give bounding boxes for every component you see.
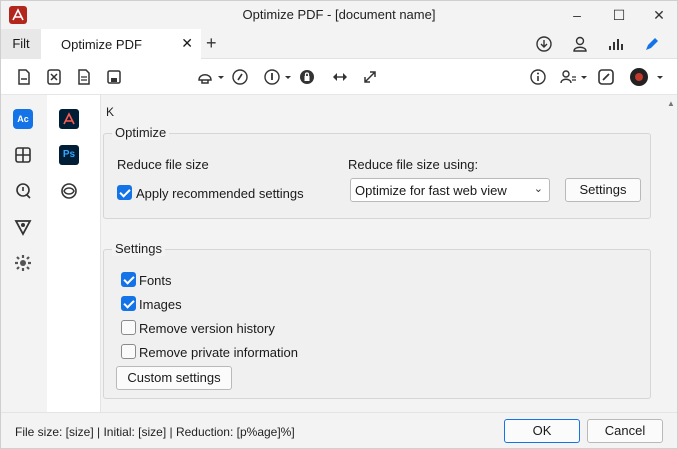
tab-label: Optimize PDF <box>61 37 142 52</box>
close-window-button[interactable]: ✕ <box>639 1 677 29</box>
optimize-legend: Optimize <box>112 125 170 140</box>
reduce-using-value: Optimize for fast web view <box>355 183 507 198</box>
panel-heading: K <box>106 105 115 119</box>
cancel-button[interactable]: Cancel <box>587 419 663 443</box>
chevron-down-icon[interactable] <box>283 68 293 86</box>
compass-icon[interactable] <box>231 68 249 86</box>
chevron-down-icon[interactable] <box>579 68 589 86</box>
reduce-file-size-label: Reduce file size <box>117 157 209 172</box>
share-users-icon[interactable] <box>559 68 577 86</box>
compress-icon[interactable] <box>45 68 63 86</box>
tab-close-icon[interactable]: ✕ <box>181 35 193 52</box>
move-icon[interactable] <box>331 68 349 86</box>
images-label: Images <box>139 297 182 312</box>
file-size-status: File size: [size] | Initial: [size] | Re… <box>15 425 295 439</box>
page-icon[interactable] <box>75 68 93 86</box>
scrollbar[interactable]: ▲ <box>666 95 676 412</box>
status-bar: File size: [size] | Initial: [size] | Re… <box>1 412 677 448</box>
search-help-icon[interactable] <box>13 181 33 201</box>
shield-icon[interactable] <box>13 217 33 237</box>
images-checkbox[interactable] <box>121 296 136 311</box>
apply-recommended-checkbox[interactable] <box>117 185 132 200</box>
chevron-down-icon[interactable] <box>216 68 226 86</box>
settings-button[interactable]: Settings <box>565 178 641 202</box>
tab-optimize-pdf[interactable]: Optimize PDF ✕ <box>41 29 201 59</box>
expand-icon[interactable] <box>361 68 379 86</box>
apps-column: Ps <box>47 95 101 412</box>
tab-filter[interactable]: Filt <box>1 29 41 59</box>
download-icon[interactable] <box>535 35 553 53</box>
minimize-button[interactable]: – <box>557 1 597 29</box>
ok-button[interactable]: OK <box>504 419 580 443</box>
acrobat-app-icon[interactable] <box>59 109 79 129</box>
info-circle-icon[interactable] <box>263 68 281 86</box>
pen-icon[interactable] <box>643 35 661 53</box>
remove-version-history-label: Remove version history <box>139 321 275 336</box>
document-icon[interactable] <box>15 68 33 86</box>
acrobat-pdf-icon[interactable]: Ac <box>13 109 33 129</box>
stats-icon[interactable] <box>607 35 625 53</box>
save-icon[interactable] <box>105 68 123 86</box>
app-window: Optimize PDF - [document name] – ☐ ✕ Fil… <box>0 0 678 449</box>
main-panel: K Optimize Reduce file size Apply recomm… <box>102 95 662 412</box>
optimize-group: Optimize <box>103 125 651 219</box>
scroll-up-icon[interactable]: ▲ <box>667 99 675 108</box>
add-tab-icon[interactable]: + <box>206 33 217 54</box>
apply-recommended-label: Apply recommended settings <box>136 186 304 201</box>
chevron-down-icon: ⌄ <box>533 183 543 195</box>
tab-row: Filt Optimize PDF ✕ + <box>1 29 677 59</box>
toolbar <box>1 59 677 95</box>
info-icon[interactable] <box>529 68 547 86</box>
left-rail: Ac <box>1 95 45 412</box>
chevron-down-icon[interactable] <box>655 68 665 86</box>
grid-icon[interactable] <box>13 145 33 165</box>
custom-settings-button[interactable]: Custom settings <box>116 366 232 390</box>
photoshop-app-icon[interactable]: Ps <box>59 145 79 165</box>
reduce-using-select[interactable]: Optimize for fast web view ⌄ <box>350 178 550 202</box>
settings-legend: Settings <box>112 241 165 256</box>
remove-private-information-label: Remove private information <box>139 345 298 360</box>
fonts-checkbox[interactable] <box>121 272 136 287</box>
lock-icon[interactable] <box>298 68 316 86</box>
edit-icon[interactable] <box>597 68 615 86</box>
fonts-label: Fonts <box>139 273 172 288</box>
maximize-button[interactable]: ☐ <box>599 1 639 29</box>
remove-private-information-checkbox[interactable] <box>121 344 136 359</box>
remove-version-history-checkbox[interactable] <box>121 320 136 335</box>
stamp-icon[interactable] <box>196 68 214 86</box>
cloud-app-icon[interactable] <box>59 181 79 201</box>
reduce-using-label: Reduce file size using: <box>348 157 479 172</box>
avatar[interactable] <box>629 67 649 87</box>
user-icon[interactable] <box>571 35 589 53</box>
title-bar: Optimize PDF - [document name] – ☐ ✕ <box>1 1 677 29</box>
gear-icon[interactable] <box>13 253 33 273</box>
